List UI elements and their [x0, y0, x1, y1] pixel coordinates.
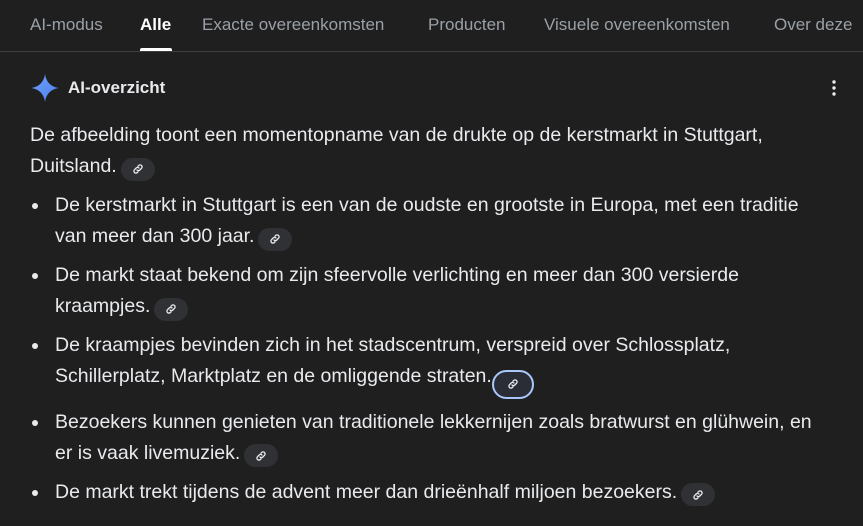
bullet-text: De kerstmarkt in Stuttgart is een van de… — [55, 194, 799, 247]
tab-all[interactable]: Alle — [140, 15, 171, 35]
citation-chip-focused[interactable] — [491, 369, 534, 399]
gemini-spark-icon — [30, 73, 60, 103]
link-icon — [133, 164, 143, 174]
bullet-text: De kraampjes bevinden zich in het stadsc… — [55, 334, 731, 387]
list-item: De kerstmarkt in Stuttgart is een van de… — [30, 190, 830, 252]
citation-chip[interactable] — [681, 483, 716, 506]
link-icon — [270, 234, 281, 244]
tab-products[interactable]: Producten — [428, 15, 506, 35]
citation-chip[interactable] — [154, 297, 189, 321]
link-icon — [256, 450, 266, 461]
tab-ai-mode[interactable]: AI-modus — [30, 15, 103, 35]
overview-bullet-list: De kerstmarkt in Stuttgart is een van de… — [30, 190, 830, 508]
list-item: De markt trekt tijdens de advent meer da… — [30, 477, 830, 508]
ai-overview-header: AI-overzicht — [30, 72, 165, 104]
list-item: De markt staat bekend om zijn sfeervolle… — [30, 260, 830, 322]
more-vert-icon[interactable] — [824, 78, 844, 98]
link-icon — [693, 489, 703, 500]
citation-chip[interactable] — [258, 227, 293, 251]
citation-chip[interactable] — [120, 157, 155, 181]
bullet-text: De markt trekt tijdens de advent meer da… — [55, 480, 678, 503]
link-icon — [508, 379, 518, 389]
tab-exact-matches[interactable]: Exacte overeenkomsten — [202, 15, 384, 35]
bullet-text: Bezoekers kunnen genieten van traditione… — [55, 410, 812, 464]
ai-overview-body: De afbeelding toont een momentopname van… — [30, 120, 830, 516]
tab-visual-matches[interactable]: Visuele overeenkomsten — [544, 15, 730, 35]
link-icon — [166, 304, 177, 314]
ai-overview-title: AI-overzicht — [68, 78, 166, 97]
overview-intro: De afbeelding toont een momentopname van… — [30, 120, 830, 182]
list-item: Bezoekers kunnen genieten van traditione… — [30, 407, 830, 469]
active-tab-indicator — [140, 48, 172, 51]
list-item: De kraampjes bevinden zich in het stadsc… — [30, 330, 830, 399]
search-tabs: AI-modus Alle Exacte overeenkomsten Prod… — [0, 0, 863, 52]
citation-chip[interactable] — [244, 444, 279, 467]
tab-about-this[interactable]: Over deze — [774, 15, 852, 35]
